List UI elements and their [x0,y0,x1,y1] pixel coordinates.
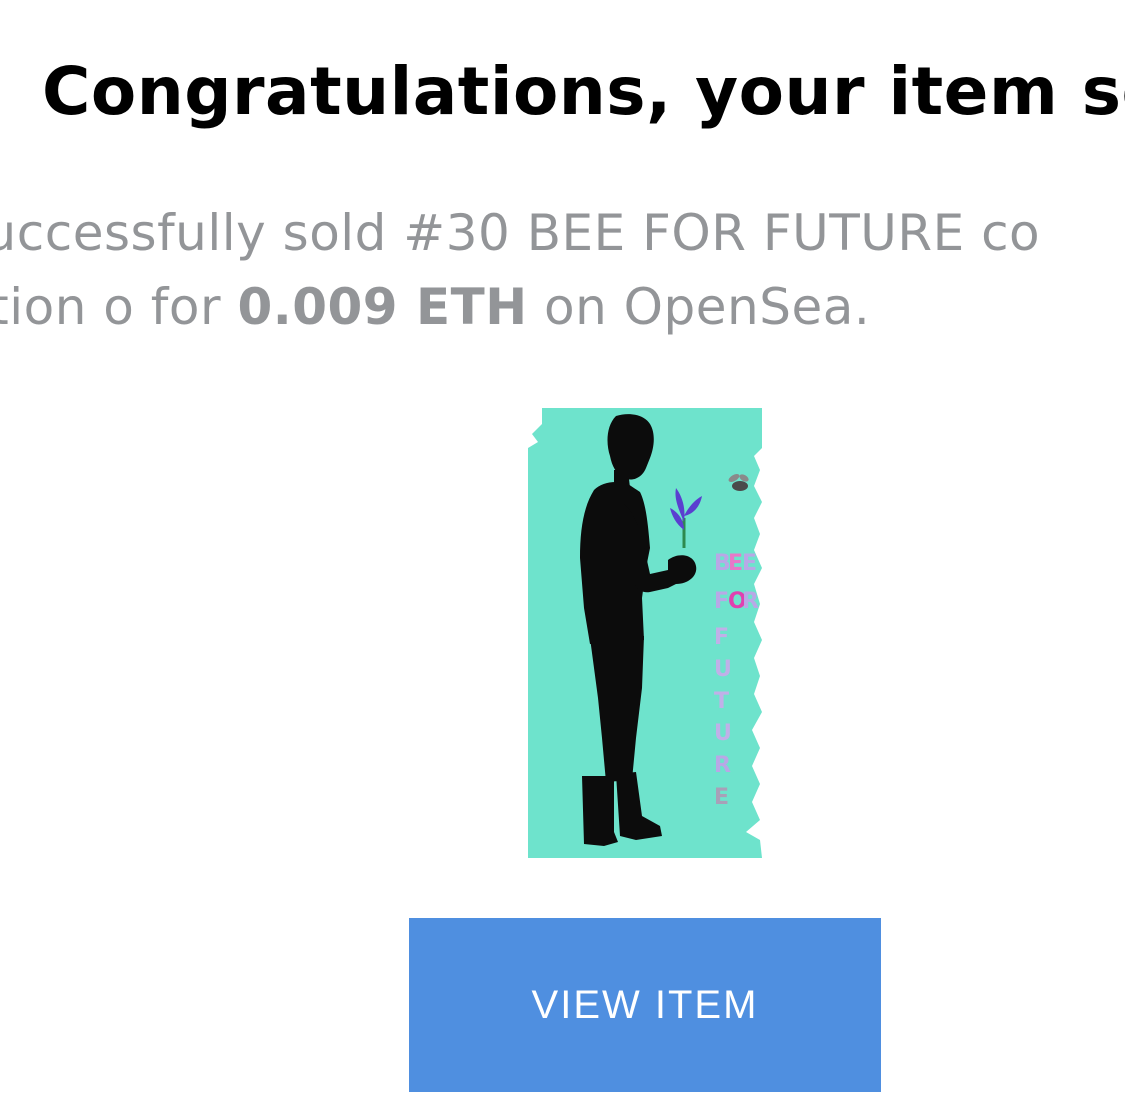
sale-message-prefix: ation o for [0,278,222,336]
sale-message-suffix: on OpenSea. [527,278,871,336]
artwork-letter: E [728,551,743,576]
sale-message-line-1: successfully sold #30 BEE FOR FUTURE co [0,204,1041,262]
sale-message: successfully sold #30 BEE FOR FUTURE co … [0,196,1040,344]
artwork-letter: E [742,551,757,576]
artwork-letter: R [714,753,731,778]
artwork-letter: U [714,657,732,682]
artwork-letter: F [714,589,729,614]
artwork-graphic: B E E F O R F U T U R E [528,408,762,858]
artwork-letter: E [714,785,729,810]
artwork-letter: F [714,625,729,650]
artwork-letter: R [742,589,759,614]
nft-artwork-image[interactable]: B E E F O R F U T U R E [528,408,762,858]
view-item-button[interactable]: VIEW ITEM [409,918,881,1092]
artwork-letter: T [714,689,729,714]
sale-price: 0.009 ETH [237,278,528,336]
artwork-letter: U [714,721,732,746]
sale-message-line-2: ation o for 0.009 ETH on OpenSea. [0,270,1040,344]
email-headline: Congratulations, your item so [42,53,1125,130]
